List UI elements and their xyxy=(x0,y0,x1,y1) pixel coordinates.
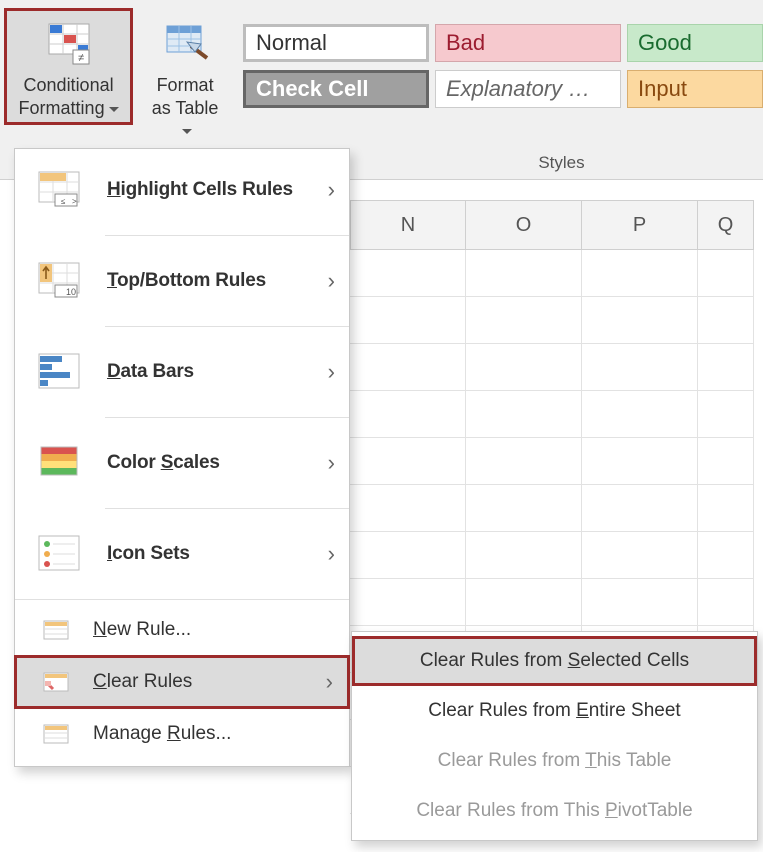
cell[interactable] xyxy=(350,485,466,532)
svg-text:>: > xyxy=(72,197,77,206)
column-header[interactable]: N xyxy=(350,200,466,250)
cell[interactable] xyxy=(582,297,698,344)
clear-rules-icon xyxy=(43,671,69,693)
svg-text:≠: ≠ xyxy=(78,52,84,64)
cell[interactable] xyxy=(582,391,698,438)
cell-styles-gallery[interactable]: Normal Bad Good Check Cell Explanatory …… xyxy=(243,24,763,108)
style-explanatory[interactable]: Explanatory … xyxy=(435,70,621,108)
clear-rules-submenu: Clear Rules from Selected Cells Clear Ru… xyxy=(351,631,758,841)
cell[interactable] xyxy=(466,391,582,438)
cell[interactable] xyxy=(466,485,582,532)
cell[interactable] xyxy=(582,532,698,579)
chevron-down-icon xyxy=(178,120,192,140)
menu-label: Manage Rules... xyxy=(93,723,231,745)
column-header[interactable]: O xyxy=(466,200,582,250)
menu-highlight-cells-rules[interactable]: ≤> Highlight Cells Rules › xyxy=(15,149,349,231)
separator xyxy=(105,235,349,236)
menu-label: Highlight Cells Rules xyxy=(107,179,328,201)
separator xyxy=(105,508,349,509)
top-bottom-icon: 10 xyxy=(37,259,81,303)
sub-clear-selected[interactable]: Clear Rules from Selected Cells xyxy=(352,636,757,686)
chevron-right-icon: › xyxy=(328,450,335,476)
cell[interactable] xyxy=(466,579,582,626)
cell[interactable] xyxy=(698,438,754,485)
cell[interactable] xyxy=(466,297,582,344)
cell[interactable] xyxy=(698,485,754,532)
sub-clear-entire[interactable]: Clear Rules from Entire Sheet xyxy=(352,686,757,736)
color-scales-icon xyxy=(37,441,81,485)
menu-clear-rules[interactable]: Clear Rules › xyxy=(15,656,349,708)
format-as-table-button[interactable]: Format as Table xyxy=(137,10,233,146)
cell[interactable] xyxy=(698,250,754,297)
cell[interactable] xyxy=(698,344,754,391)
cell[interactable] xyxy=(582,485,698,532)
menu-label: Data Bars xyxy=(107,361,328,383)
chevron-right-icon: › xyxy=(328,359,335,385)
conditional-formatting-menu: ≤> Highlight Cells Rules › 10 Top/Bottom… xyxy=(14,148,350,767)
data-bars-icon xyxy=(37,350,81,394)
cell[interactable] xyxy=(350,250,466,297)
cell[interactable] xyxy=(582,344,698,391)
new-rule-icon xyxy=(43,619,69,641)
style-bad[interactable]: Bad xyxy=(435,24,621,62)
cell[interactable] xyxy=(350,297,466,344)
highlight-cells-icon: ≤> xyxy=(37,168,81,212)
sub-clear-pivot: Clear Rules from This PivotTable xyxy=(352,786,757,836)
column-header[interactable]: Q xyxy=(698,200,754,250)
menu-data-bars[interactable]: Data Bars › xyxy=(15,331,349,413)
cell[interactable] xyxy=(582,438,698,485)
style-input[interactable]: Input xyxy=(627,70,763,108)
chevron-down-icon xyxy=(105,98,119,118)
column-headers: N O P Q xyxy=(350,200,763,250)
chevron-right-icon: › xyxy=(326,669,333,695)
separator xyxy=(105,417,349,418)
svg-text:≤: ≤ xyxy=(61,197,66,206)
menu-color-scales[interactable]: Color Scales › xyxy=(15,422,349,504)
cell[interactable] xyxy=(698,579,754,626)
icon-sets-icon xyxy=(37,532,81,576)
cell[interactable] xyxy=(350,438,466,485)
menu-label: Clear Rules xyxy=(93,671,192,693)
separator xyxy=(15,599,349,600)
column-header[interactable]: P xyxy=(582,200,698,250)
conditional-formatting-icon: ≠ xyxy=(41,14,97,70)
menu-label: Color Scales xyxy=(107,452,328,474)
chevron-right-icon: › xyxy=(328,177,335,203)
format-as-table-icon xyxy=(157,14,213,70)
menu-top-bottom-rules[interactable]: 10 Top/Bottom Rules › xyxy=(15,240,349,322)
menu-icon-sets[interactable]: Icon Sets › xyxy=(15,513,349,595)
menu-label: Top/Bottom Rules xyxy=(107,270,328,292)
cell[interactable] xyxy=(698,297,754,344)
cell[interactable] xyxy=(466,438,582,485)
conditional-formatting-label: Conditional Formatting xyxy=(14,74,123,119)
cell[interactable] xyxy=(466,344,582,391)
cell[interactable] xyxy=(582,579,698,626)
cell[interactable] xyxy=(698,391,754,438)
menu-label: New Rule... xyxy=(93,619,191,641)
styles-group-label: Styles xyxy=(360,153,763,173)
format-as-table-label: Format as Table xyxy=(145,74,225,142)
manage-rules-icon xyxy=(43,723,69,745)
separator xyxy=(105,326,349,327)
style-good[interactable]: Good xyxy=(627,24,763,62)
cell[interactable] xyxy=(350,391,466,438)
chevron-right-icon: › xyxy=(328,268,335,294)
cell[interactable] xyxy=(466,532,582,579)
cell[interactable] xyxy=(466,250,582,297)
menu-new-rule[interactable]: New Rule... xyxy=(15,604,349,656)
svg-text:10: 10 xyxy=(66,287,76,297)
cell[interactable] xyxy=(350,532,466,579)
style-check-cell[interactable]: Check Cell xyxy=(243,70,429,108)
menu-manage-rules[interactable]: Manage Rules... xyxy=(15,708,349,760)
style-normal[interactable]: Normal xyxy=(243,24,429,62)
cell[interactable] xyxy=(350,344,466,391)
cell[interactable] xyxy=(582,250,698,297)
chevron-right-icon: › xyxy=(328,541,335,567)
sub-clear-table: Clear Rules from This Table xyxy=(352,736,757,786)
cell[interactable] xyxy=(698,532,754,579)
cell[interactable] xyxy=(350,579,466,626)
conditional-formatting-button[interactable]: ≠ Conditional Formatting xyxy=(6,10,131,123)
menu-label: Icon Sets xyxy=(107,543,328,565)
